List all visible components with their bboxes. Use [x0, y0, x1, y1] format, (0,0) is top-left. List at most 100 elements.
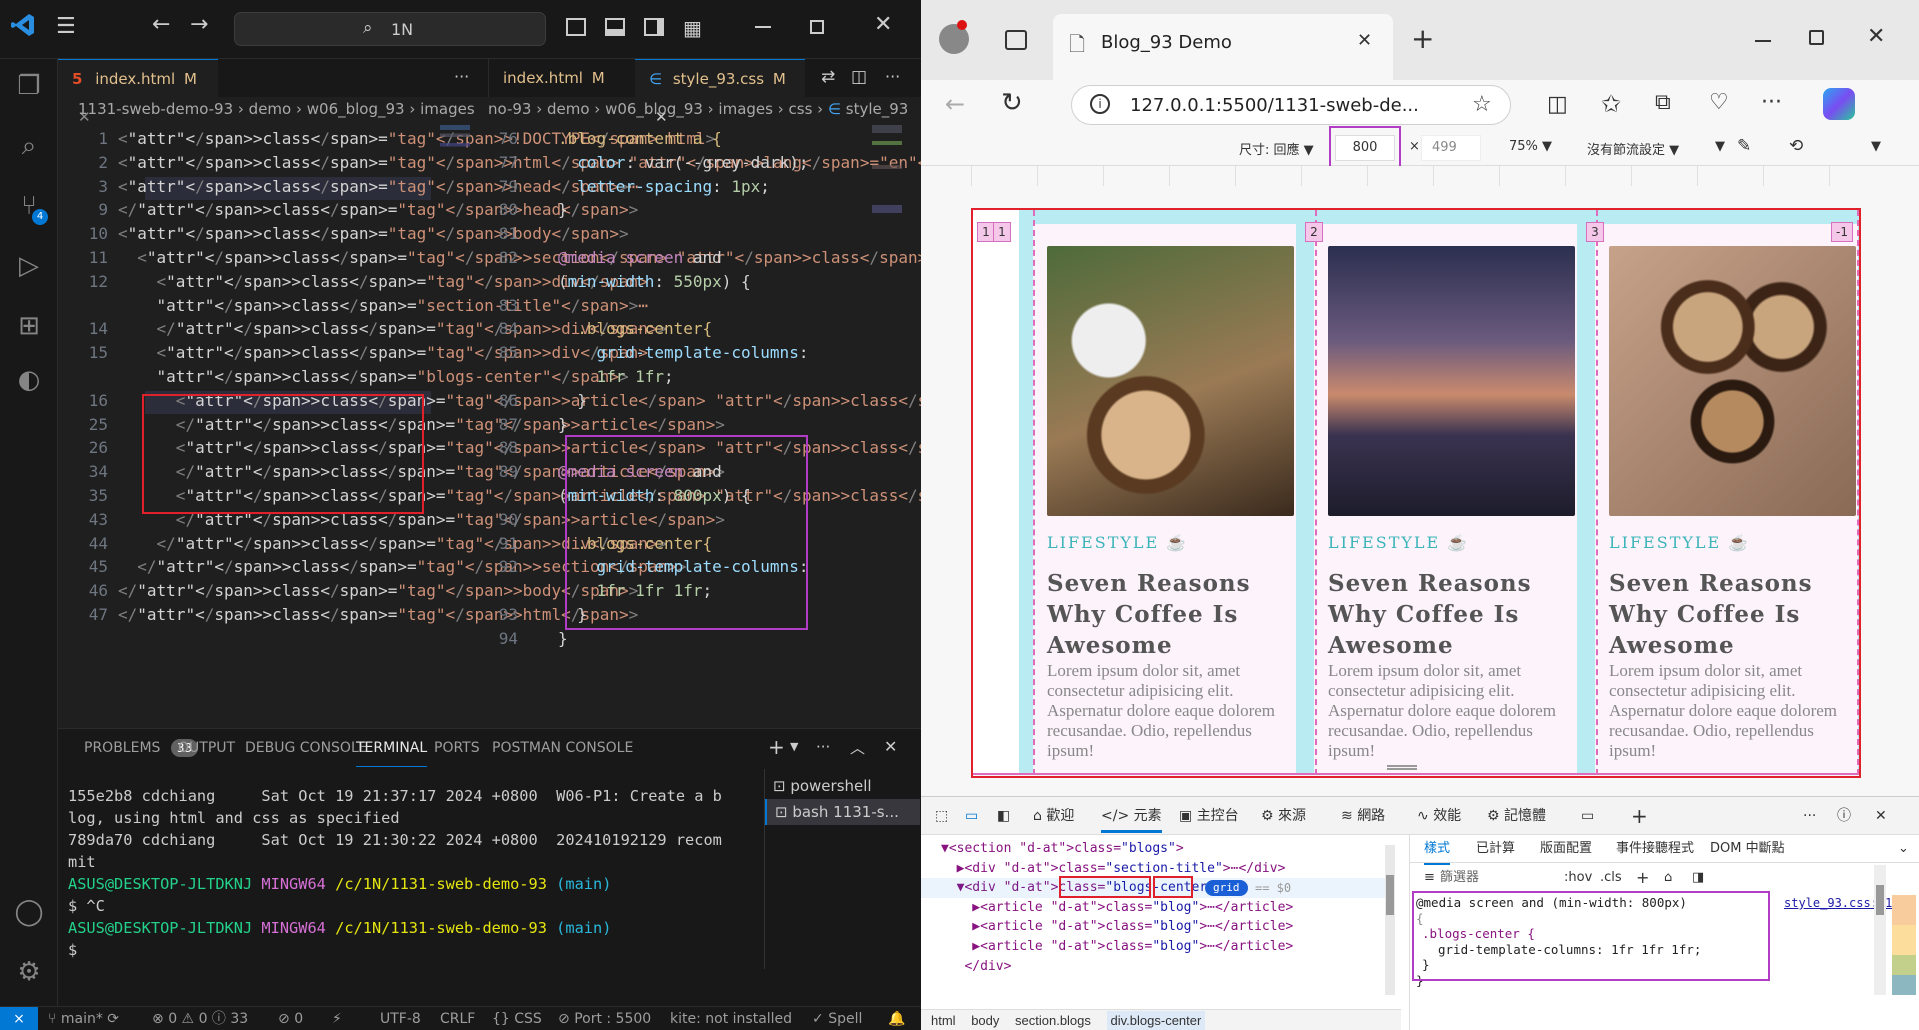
- styles-scrollbar[interactable]: [1874, 865, 1886, 995]
- help-icon[interactable]: ⓘ: [1837, 797, 1851, 835]
- back-icon[interactable]: ←: [945, 90, 965, 118]
- settings-gear-icon[interactable]: ⚙: [12, 955, 46, 989]
- more-options-icon[interactable]: ···: [1803, 797, 1816, 835]
- back-icon[interactable]: ←: [152, 12, 170, 37]
- code-line[interactable]: 47 </"attr"</span>>class</span>="tag"</sp…: [58, 603, 639, 627]
- device-emulation-icon[interactable]: ▭: [965, 797, 978, 835]
- code-line[interactable]: 45 </"attr"</span>>class</span>="tag"</s…: [58, 555, 687, 579]
- toggle-secondary-sidebar-icon[interactable]: [644, 18, 664, 36]
- terminal-item-bash[interactable]: ⊡ bash 1131-s...: [765, 799, 920, 825]
- profile-avatar[interactable]: [939, 20, 969, 54]
- paint-icon[interactable]: ⌂: [1664, 865, 1672, 891]
- workspaces-icon[interactable]: [1005, 30, 1027, 50]
- dom-node[interactable]: ▶<article "d-at">class="blog">⋯</article…: [941, 937, 1293, 957]
- more-actions-icon[interactable]: ···: [885, 67, 900, 86]
- more-tools-icon[interactable]: +: [1631, 797, 1648, 835]
- grid-badge[interactable]: grid: [1205, 880, 1248, 896]
- live-server-port[interactable]: ⊘ Port : 5500: [558, 1007, 651, 1030]
- code-line[interactable]: 34 </"attr"</span>>class</span>="tag"</s…: [58, 460, 725, 484]
- explorer-icon[interactable]: ❐: [12, 69, 46, 103]
- viewport-height-input[interactable]: 499: [1421, 135, 1481, 161]
- settings-more-icon[interactable]: ···: [1761, 90, 1782, 115]
- new-terminal-icon[interactable]: +: [768, 735, 785, 759]
- search-icon[interactable]: ⌕: [12, 129, 46, 163]
- compare-icon[interactable]: ⇄: [821, 67, 835, 87]
- close-tab-icon[interactable]: ✕: [1357, 30, 1372, 51]
- copilot-icon[interactable]: [1823, 88, 1855, 120]
- chevron-down-icon[interactable]: ▼: [790, 740, 798, 753]
- code-line[interactable]: 10 <"attr"</span>>class</span>="tag"</spa…: [58, 222, 629, 246]
- cls-toggle[interactable]: .cls: [1600, 865, 1622, 891]
- terminal-output[interactable]: 155e2b8 cdchiang Sat Oct 19 21:37:17 202…: [68, 785, 768, 961]
- crumb-section[interactable]: section.blogs: [1015, 1013, 1091, 1028]
- refresh-icon[interactable]: ↻: [1001, 88, 1023, 118]
- dom-node[interactable]: ▶<article "d-at">class="blog">⋯</article…: [941, 917, 1293, 937]
- code-line[interactable]: 25 </"attr"</span>>class</span>="tag"</s…: [58, 413, 725, 437]
- browser-tab[interactable]: 🗋 Blog_93 Demo ✕: [1053, 14, 1393, 80]
- tab-styles[interactable]: 樣式: [1424, 835, 1451, 865]
- lightning-icon[interactable]: ⚡: [332, 1007, 342, 1030]
- application-icon[interactable]: ▭: [1581, 797, 1594, 835]
- kite-status[interactable]: kite: not installed: [670, 1007, 792, 1030]
- code-line[interactable]: 9 </"attr"</span>>class</span>="tag"</spa…: [58, 198, 638, 222]
- tab-sources[interactable]: ⚙ 來源: [1261, 797, 1306, 835]
- tab-computed[interactable]: 已計算: [1476, 835, 1515, 863]
- code-line[interactable]: "attr"</span>>class</span>="section-titl…: [58, 294, 648, 318]
- dom-node[interactable]: </div>: [941, 957, 1293, 977]
- more-actions-icon[interactable]: ···: [454, 67, 469, 86]
- crumb-html[interactable]: html: [931, 1013, 956, 1028]
- rotate-icon[interactable]: ⟲: [1789, 136, 1803, 156]
- favorites-icon[interactable]: ✩: [1601, 90, 1621, 118]
- code-line[interactable]: 44 </"attr"</span>>class</span>="tag"</s…: [58, 532, 667, 556]
- notifications-icon[interactable]: 🔔: [888, 1007, 905, 1030]
- tab-welcome[interactable]: ⌂ 歡迎: [1033, 797, 1074, 835]
- extensions-icon[interactable]: ⊞: [12, 309, 46, 343]
- more-actions-icon[interactable]: ···: [816, 738, 830, 756]
- run-debug-icon[interactable]: ▷: [12, 249, 46, 283]
- dom-node[interactable]: ▶<article "d-at">class="blog">⋯</article…: [941, 898, 1293, 918]
- tab-output[interactable]: OUTPUT: [178, 729, 235, 767]
- tab-elements[interactable]: </> 元素: [1101, 797, 1162, 833]
- code-line[interactable]: 3 <"attr"</span>>class</span>="tag"</span…: [58, 175, 638, 199]
- favorite-star-icon[interactable]: ☆: [1472, 92, 1492, 117]
- add-rule-icon[interactable]: +: [1636, 865, 1649, 891]
- filter-input[interactable]: 篩選器: [1440, 865, 1479, 891]
- code-line[interactable]: 15 <"attr"</span>>class</span>="tag"</sp…: [58, 341, 648, 365]
- crumb-div[interactable]: div.blogs-center: [1106, 1011, 1206, 1030]
- address-bar[interactable]: i 127.0.0.1:5500/1131-sweb-de... ☆: [1071, 85, 1511, 125]
- language-indicator[interactable]: {} CSS: [492, 1007, 542, 1030]
- collections-icon[interactable]: ⧉: [1655, 90, 1671, 115]
- tab-terminal[interactable]: TERMINAL: [356, 729, 428, 767]
- dock-icon[interactable]: ◧: [997, 797, 1010, 835]
- ports-indicator[interactable]: ⊘ 0: [278, 1007, 303, 1030]
- code-line[interactable]: 14 </"attr"</span>>class</span>="tag"</s…: [58, 317, 667, 341]
- command-center-search[interactable]: ⌕ 1N: [234, 12, 546, 46]
- inspect-element-icon[interactable]: ⬚: [935, 797, 948, 835]
- tab-debug-console[interactable]: DEBUG CONSOLE: [245, 729, 368, 767]
- chevron-down-icon[interactable]: ⌄: [1898, 835, 1909, 863]
- sidebar-toggle-icon[interactable]: ◨: [1692, 865, 1704, 891]
- hov-toggle[interactable]: :hov: [1564, 865, 1592, 891]
- remote-explorer-icon[interactable]: ◐: [12, 363, 46, 397]
- terminal-item-powershell[interactable]: ⊡ powershell: [773, 777, 872, 795]
- spell-status[interactable]: ✓ Spell: [812, 1007, 862, 1030]
- code-line[interactable]: 16 <"attr"</span>>class</span>="tag"</sp…: [58, 389, 921, 413]
- close-devtools-icon[interactable]: ✕: [1875, 797, 1887, 835]
- device-options-icon[interactable]: ▼: [1715, 139, 1725, 154]
- tab-postman-console[interactable]: POSTMAN CONSOLE: [492, 729, 633, 767]
- problems-indicator[interactable]: ⊗ 0 ⚠ 0 ⓘ 33: [152, 1007, 248, 1030]
- dom-scrollbar[interactable]: [1385, 845, 1395, 995]
- new-tab-icon[interactable]: +: [1411, 22, 1434, 55]
- tab-index-html-2[interactable]: index.html M: [489, 59, 629, 97]
- tab-event-listeners[interactable]: 事件接聽程式: [1616, 835, 1694, 863]
- tab-ports[interactable]: PORTS: [434, 729, 480, 767]
- dom-node[interactable]: ▼<section "d-at">class="blogs">: [941, 839, 1293, 859]
- code-line[interactable]: 26 <"attr"</span>>class</span>="tag"</sp…: [58, 436, 921, 460]
- toggle-panel-icon[interactable]: [605, 18, 625, 36]
- code-line[interactable]: 35 <"attr"</span>>class</span>="tag"</sp…: [58, 484, 921, 508]
- code-line[interactable]: 43 </"attr"</span>>class</span>="tag"</s…: [58, 508, 725, 532]
- menu-icon[interactable]: ☰: [56, 14, 76, 39]
- code-line[interactable]: "attr"</span>>class</span>="blogs-center…: [58, 365, 629, 389]
- throttle-select[interactable]: 沒有節流設定 ▼: [1587, 139, 1679, 158]
- box-model-thumb[interactable]: [1892, 895, 1916, 995]
